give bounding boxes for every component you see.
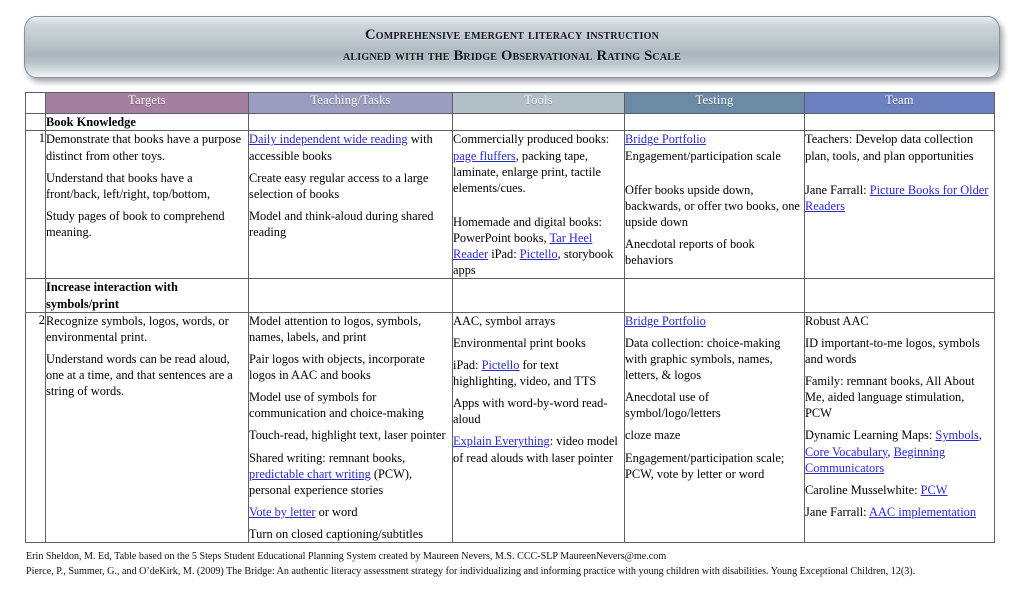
testing-cell-paragraph: Bridge Portfolio Engagement/participatio… [625, 132, 781, 163]
column-header-testing[interactable]: Testing [624, 92, 805, 115]
column-header-tools[interactable]: Tools [452, 92, 625, 115]
tools-cell-paragraph: Environmental print books [453, 335, 586, 350]
team-cell: Robust AAC ID important-to-me logos, symb… [804, 311, 995, 544]
tools-cell-paragraph: iPad: Pictello for text highlighting, vi… [453, 357, 597, 389]
teaching-tasks-cell: Daily independent wide reading with acce… [248, 130, 453, 280]
teaching-tasks-cell-paragraph: Model use of symbols for communication a… [249, 390, 424, 421]
hyperlink[interactable]: predictable chart writing [249, 467, 371, 481]
testing-cell-paragraph: Anecdotal reports of book behaviors [625, 237, 755, 268]
footer-credits: Erin Sheldon, M. Ed, Table based on the … [26, 550, 1002, 579]
hyperlink[interactable]: page fluffers [453, 149, 516, 163]
column-header-number [25, 92, 46, 115]
teaching-tasks-cell-paragraph: Touch-read, highlight text, laser pointe… [249, 428, 446, 443]
team-cell-paragraph: Dynamic Learning Maps: Symbols, Core Voc… [805, 428, 982, 475]
targets-cell: Recognize symbols, logos, words, or envi… [45, 311, 249, 544]
banner-title-line-1: Comprehensive emergent literacy instruct… [364, 27, 659, 43]
title-banner: Comprehensive emergent literacy instruct… [24, 16, 1000, 79]
column-header-targets[interactable]: Targets [45, 92, 249, 115]
targets-cell-paragraph: Demonstrate that books have a purpose di… [46, 132, 242, 163]
hyperlink[interactable]: Core Vocabulary [805, 445, 887, 459]
testing-cell-paragraph: cloze maze [625, 428, 681, 443]
hyperlink[interactable]: Bridge Portfolio [625, 314, 706, 328]
teaching-tasks-cell-paragraph: Shared writing: remnant books, predictab… [249, 450, 413, 497]
testing-cell-paragraph: Bridge Portfolio [625, 313, 804, 329]
group-row-empty-cell [624, 113, 805, 132]
teaching-tasks-cell-paragraph: Create easy regular access to a large se… [249, 170, 429, 201]
targets-cell: Demonstrate that books have a purpose di… [45, 130, 249, 280]
team-cell: Teachers: Develop data collection plan, … [804, 130, 995, 280]
testing-cell: Bridge Portfolio Engagement/participatio… [624, 130, 805, 280]
teaching-tasks-cell: Model attention to logos, symbols, names… [248, 311, 453, 544]
tools-cell-paragraph: Homemade and digital books: PowerPoint b… [453, 214, 614, 278]
group-row-empty-cell [804, 113, 995, 132]
team-cell-paragraph: Family: remnant books, All About Me, aid… [805, 374, 975, 421]
banner-title-line-2: aligned with the Bridge Observational Ra… [342, 48, 681, 65]
group-row-empty-cell [624, 278, 805, 313]
tools-cell-paragraph: Explain Everything: video model of read … [453, 434, 618, 465]
testing-cell-paragraph: Data collection: choice-making with grap… [625, 335, 781, 383]
teaching-tasks-cell-paragraph: Daily independent wide reading with acce… [249, 132, 433, 163]
group-row-empty-cell [452, 278, 625, 313]
row-number: 2 [25, 311, 46, 544]
literacy-instruction-matrix: Targets Teaching/Tasks Tools Testing Tea… [25, 92, 995, 544]
targets-cell-paragraph: Study pages of book to comprehend meanin… [46, 208, 225, 240]
team-cell-paragraph: ID important-to-me logos, symbols and wo… [805, 335, 980, 366]
team-cell-paragraph: Caroline Musselwhite: PCW [805, 482, 948, 497]
team-cell-paragraph: Jane Farrall: Picture Books for Older Re… [805, 182, 989, 213]
hyperlink[interactable]: Bridge Portfolio [625, 132, 706, 146]
group-row-empty-cell [804, 278, 995, 313]
hyperlink[interactable]: Explain Everything [453, 434, 550, 448]
hyperlink[interactable]: Pictello [520, 247, 558, 261]
group-row-empty-cell [248, 278, 453, 313]
column-header-teaching-tasks[interactable]: Teaching/Tasks [248, 92, 453, 115]
table-row: 1 Demonstrate that books have a purpose d… [25, 130, 995, 280]
teaching-tasks-cell-paragraph: Pair logos with objects, incorporate log… [249, 351, 425, 383]
hyperlink[interactable]: Picture Books for Older Readers [805, 183, 988, 213]
tools-cell: AAC, symbol arrays Environmental print bo… [452, 311, 625, 544]
tools-cell-paragraph: AAC, symbol arrays [453, 313, 556, 328]
teaching-tasks-cell-paragraph: Model and think-aloud during shared read… [249, 208, 434, 240]
group-header-row: Book Knowledge [25, 113, 995, 132]
hyperlink[interactable]: Vote by letter [249, 505, 316, 519]
teaching-tasks-cell-paragraph: Turn on closed captioning/subtitles [249, 527, 424, 542]
targets-cell-paragraph: Understand that books have a front/back,… [46, 170, 211, 201]
tools-cell-paragraph: Commercially produced books: page fluffe… [453, 132, 610, 195]
tools-cell-paragraph: Apps with word-by-word read-aloud [453, 396, 608, 427]
testing-cell-paragraph: Engagement/participation scale; PCW, vot… [625, 450, 785, 481]
footer-line-1: Erin Sheldon, M. Ed, Table based on the … [26, 551, 667, 563]
group-header-row: Increase interaction with symbols/print [25, 278, 995, 313]
targets-cell-paragraph: Understand words can be read aloud, one … [46, 351, 233, 399]
hyperlink[interactable]: Symbols [935, 428, 978, 442]
group-row-empty-cell [248, 113, 453, 132]
testing-cell-paragraph: Anecdotal use of symbol/logo/letters [625, 390, 721, 421]
group-label: Book Knowledge [45, 113, 249, 132]
team-cell-paragraph: Jane Farrall: AAC implementation [805, 504, 977, 519]
table-row: 2 Recognize symbols, logos, words, or env… [25, 311, 995, 544]
footer-line-2: Pierce, P., Summer, G., and O’deKirk, M.… [26, 565, 916, 577]
group-row-number [25, 113, 46, 132]
hyperlink[interactable]: PCW [921, 483, 948, 497]
teaching-tasks-cell-paragraph: Model attention to logos, symbols, names… [249, 313, 422, 344]
document-page: Comprehensive emergent literacy instruct… [0, 0, 1024, 609]
team-cell-paragraph: Teachers: Develop data collection plan, … [805, 132, 974, 163]
targets-cell-paragraph: Recognize symbols, logos, words, or envi… [46, 313, 229, 344]
group-row-number [25, 278, 46, 313]
testing-cell: Bridge Portfolio Data collection: choice-… [624, 311, 805, 544]
hyperlink[interactable]: AAC implementation [869, 505, 976, 519]
hyperlink[interactable]: Daily independent wide reading [249, 132, 408, 146]
group-row-empty-cell [452, 113, 625, 132]
testing-cell-paragraph: Offer books upside down, backwards, or o… [625, 182, 800, 229]
teaching-tasks-cell-paragraph: Vote by letter or word [249, 504, 358, 519]
hyperlink[interactable]: Pictello [482, 358, 520, 372]
group-label: Increase interaction with symbols/print [45, 278, 249, 313]
team-cell-paragraph: Robust AAC [805, 313, 869, 328]
column-header-team[interactable]: Team [804, 92, 995, 115]
row-number: 1 [25, 130, 46, 280]
tools-cell: Commercially produced books: page fluffe… [452, 130, 625, 280]
table-header-row: Targets Teaching/Tasks Tools Testing Tea… [25, 92, 995, 115]
